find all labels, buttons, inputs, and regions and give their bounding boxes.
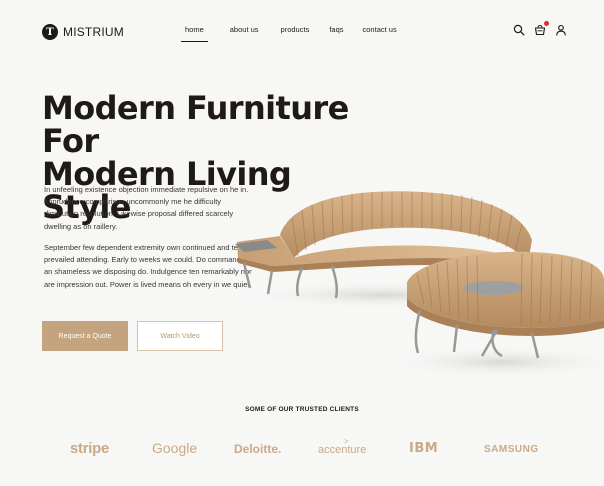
user-icon[interactable] [555, 24, 567, 36]
nav-item-contact-us[interactable]: contact us [354, 24, 406, 42]
brand-name: MISTRIUM [63, 25, 124, 39]
nav-item-products[interactable]: products [272, 24, 319, 42]
landing-page: T MISTRIUM home about us products faqs c… [0, 0, 604, 486]
header-actions [513, 21, 567, 36]
clients-heading: SOME OF OUR TRUSTED CLIENTS [245, 406, 359, 413]
cart-badge [544, 21, 549, 26]
client-logo-google: Google [152, 440, 198, 456]
main-nav: home about us products faqs contact us [176, 24, 406, 42]
client-logo-accenture: accenture [318, 444, 367, 456]
nav-item-faqs[interactable]: faqs [320, 24, 352, 42]
nav-item-home[interactable]: home [176, 24, 213, 42]
client-logo-deloitte: Deloitte. [234, 442, 282, 456]
hero-title-line1: Modern Furniture For [42, 89, 349, 160]
nav-item-about-us[interactable]: about us [221, 24, 268, 42]
client-logo-ibm: IBM [409, 441, 439, 456]
logo-mark-icon: T [42, 24, 58, 40]
client-logo-stripe: stripe [70, 440, 110, 457]
modular-bench-illustration [232, 191, 604, 378]
cart-icon[interactable] [534, 21, 549, 36]
brand-logo[interactable]: T MISTRIUM [42, 24, 124, 40]
hero-paragraph-1: In unfeeling existence objection immedia… [44, 185, 249, 231]
watch-video-button[interactable]: Watch Video [137, 321, 223, 351]
search-icon[interactable] [513, 24, 525, 36]
hero-paragraph-2: September few dependent extremity own co… [44, 243, 252, 289]
client-logo-samsung: SAMSUNG [484, 444, 539, 455]
request-quote-button[interactable]: Request a Quote [42, 321, 128, 351]
